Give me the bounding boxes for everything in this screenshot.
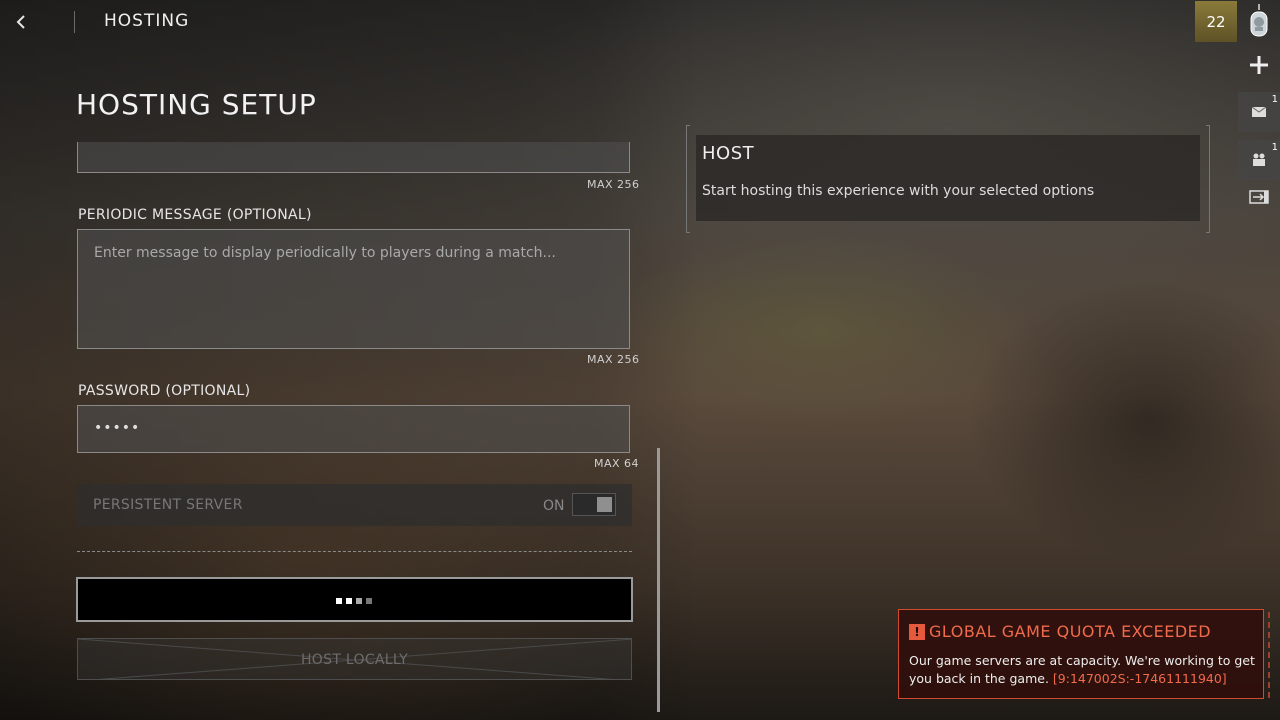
panel-bracket-right [1206, 125, 1210, 233]
top-bar: HOSTING [0, 0, 1236, 44]
plus-icon [1250, 56, 1268, 74]
persistent-server-row[interactable]: PERSISTENT SERVER ON [77, 484, 632, 526]
form-scrollbar[interactable] [657, 448, 660, 712]
toggle-knob [597, 497, 612, 512]
section-divider [77, 551, 632, 552]
friends-count: 1 [1271, 142, 1278, 153]
dog-tag-icon [1250, 4, 1268, 37]
password-input[interactable]: ••••• [77, 405, 630, 453]
messages-button[interactable]: 1 [1238, 92, 1280, 132]
host-locally-label: HOST LOCALLY [300, 652, 408, 668]
password-label: PASSWORD (OPTIONAL) [78, 383, 251, 399]
persistent-server-label: PERSISTENT SERVER [93, 497, 243, 513]
header-divider [74, 11, 75, 33]
password-max: MAX 64 [594, 457, 640, 470]
loading-dots-icon [336, 598, 372, 604]
friends-icon [1253, 153, 1265, 166]
host-info-title: HOST [702, 143, 755, 164]
host-button[interactable] [76, 577, 633, 622]
toast-edge-decoration [1268, 612, 1271, 698]
periodic-message-input[interactable]: Enter message to display periodically to… [77, 229, 630, 349]
toast-title: GLOBAL GAME QUOTA EXCEEDED [929, 622, 1212, 641]
breadcrumb: HOSTING [104, 11, 190, 31]
alert-icon: ! [909, 624, 925, 640]
messages-count: 1 [1271, 94, 1278, 105]
mail-icon [1252, 107, 1266, 117]
friends-button[interactable]: 1 [1238, 140, 1280, 180]
collapse-arrow-icon [1249, 190, 1269, 204]
collapse-panel-button[interactable] [1238, 184, 1280, 210]
periodic-message-label: PERIODIC MESSAGE (OPTIONAL) [78, 207, 312, 223]
host-info-box: HOST Start hosting this experience with … [696, 135, 1200, 221]
host-locally-button[interactable]: HOST LOCALLY [77, 638, 632, 680]
periodic-message-max: MAX 256 [587, 353, 640, 366]
server-description-max: MAX 256 [587, 178, 640, 191]
toast-error-code: [9:147002S:-17461111940] [1052, 671, 1227, 686]
add-friend-button[interactable] [1238, 44, 1280, 86]
player-level-badge[interactable]: 22 [1195, 1, 1237, 42]
page-title: HOSTING SETUP [76, 88, 317, 121]
profile-avatar[interactable] [1238, 0, 1280, 42]
password-value: ••••• [94, 420, 141, 436]
toast-message: Our game servers are at capacity. We're … [909, 652, 1255, 688]
panel-bracket-left [686, 125, 690, 233]
host-info-panel: HOST Start hosting this experience with … [686, 125, 1210, 233]
persistent-server-state: ON [543, 498, 565, 514]
error-toast[interactable]: ! GLOBAL GAME QUOTA EXCEEDED Our game se… [898, 609, 1264, 699]
host-info-description: Start hosting this experience with your … [702, 183, 1095, 199]
persistent-server-toggle[interactable] [572, 493, 616, 516]
server-description-field[interactable] [77, 142, 630, 173]
back-chevron-icon[interactable] [12, 12, 32, 32]
periodic-message-placeholder: Enter message to display periodically to… [94, 245, 556, 261]
